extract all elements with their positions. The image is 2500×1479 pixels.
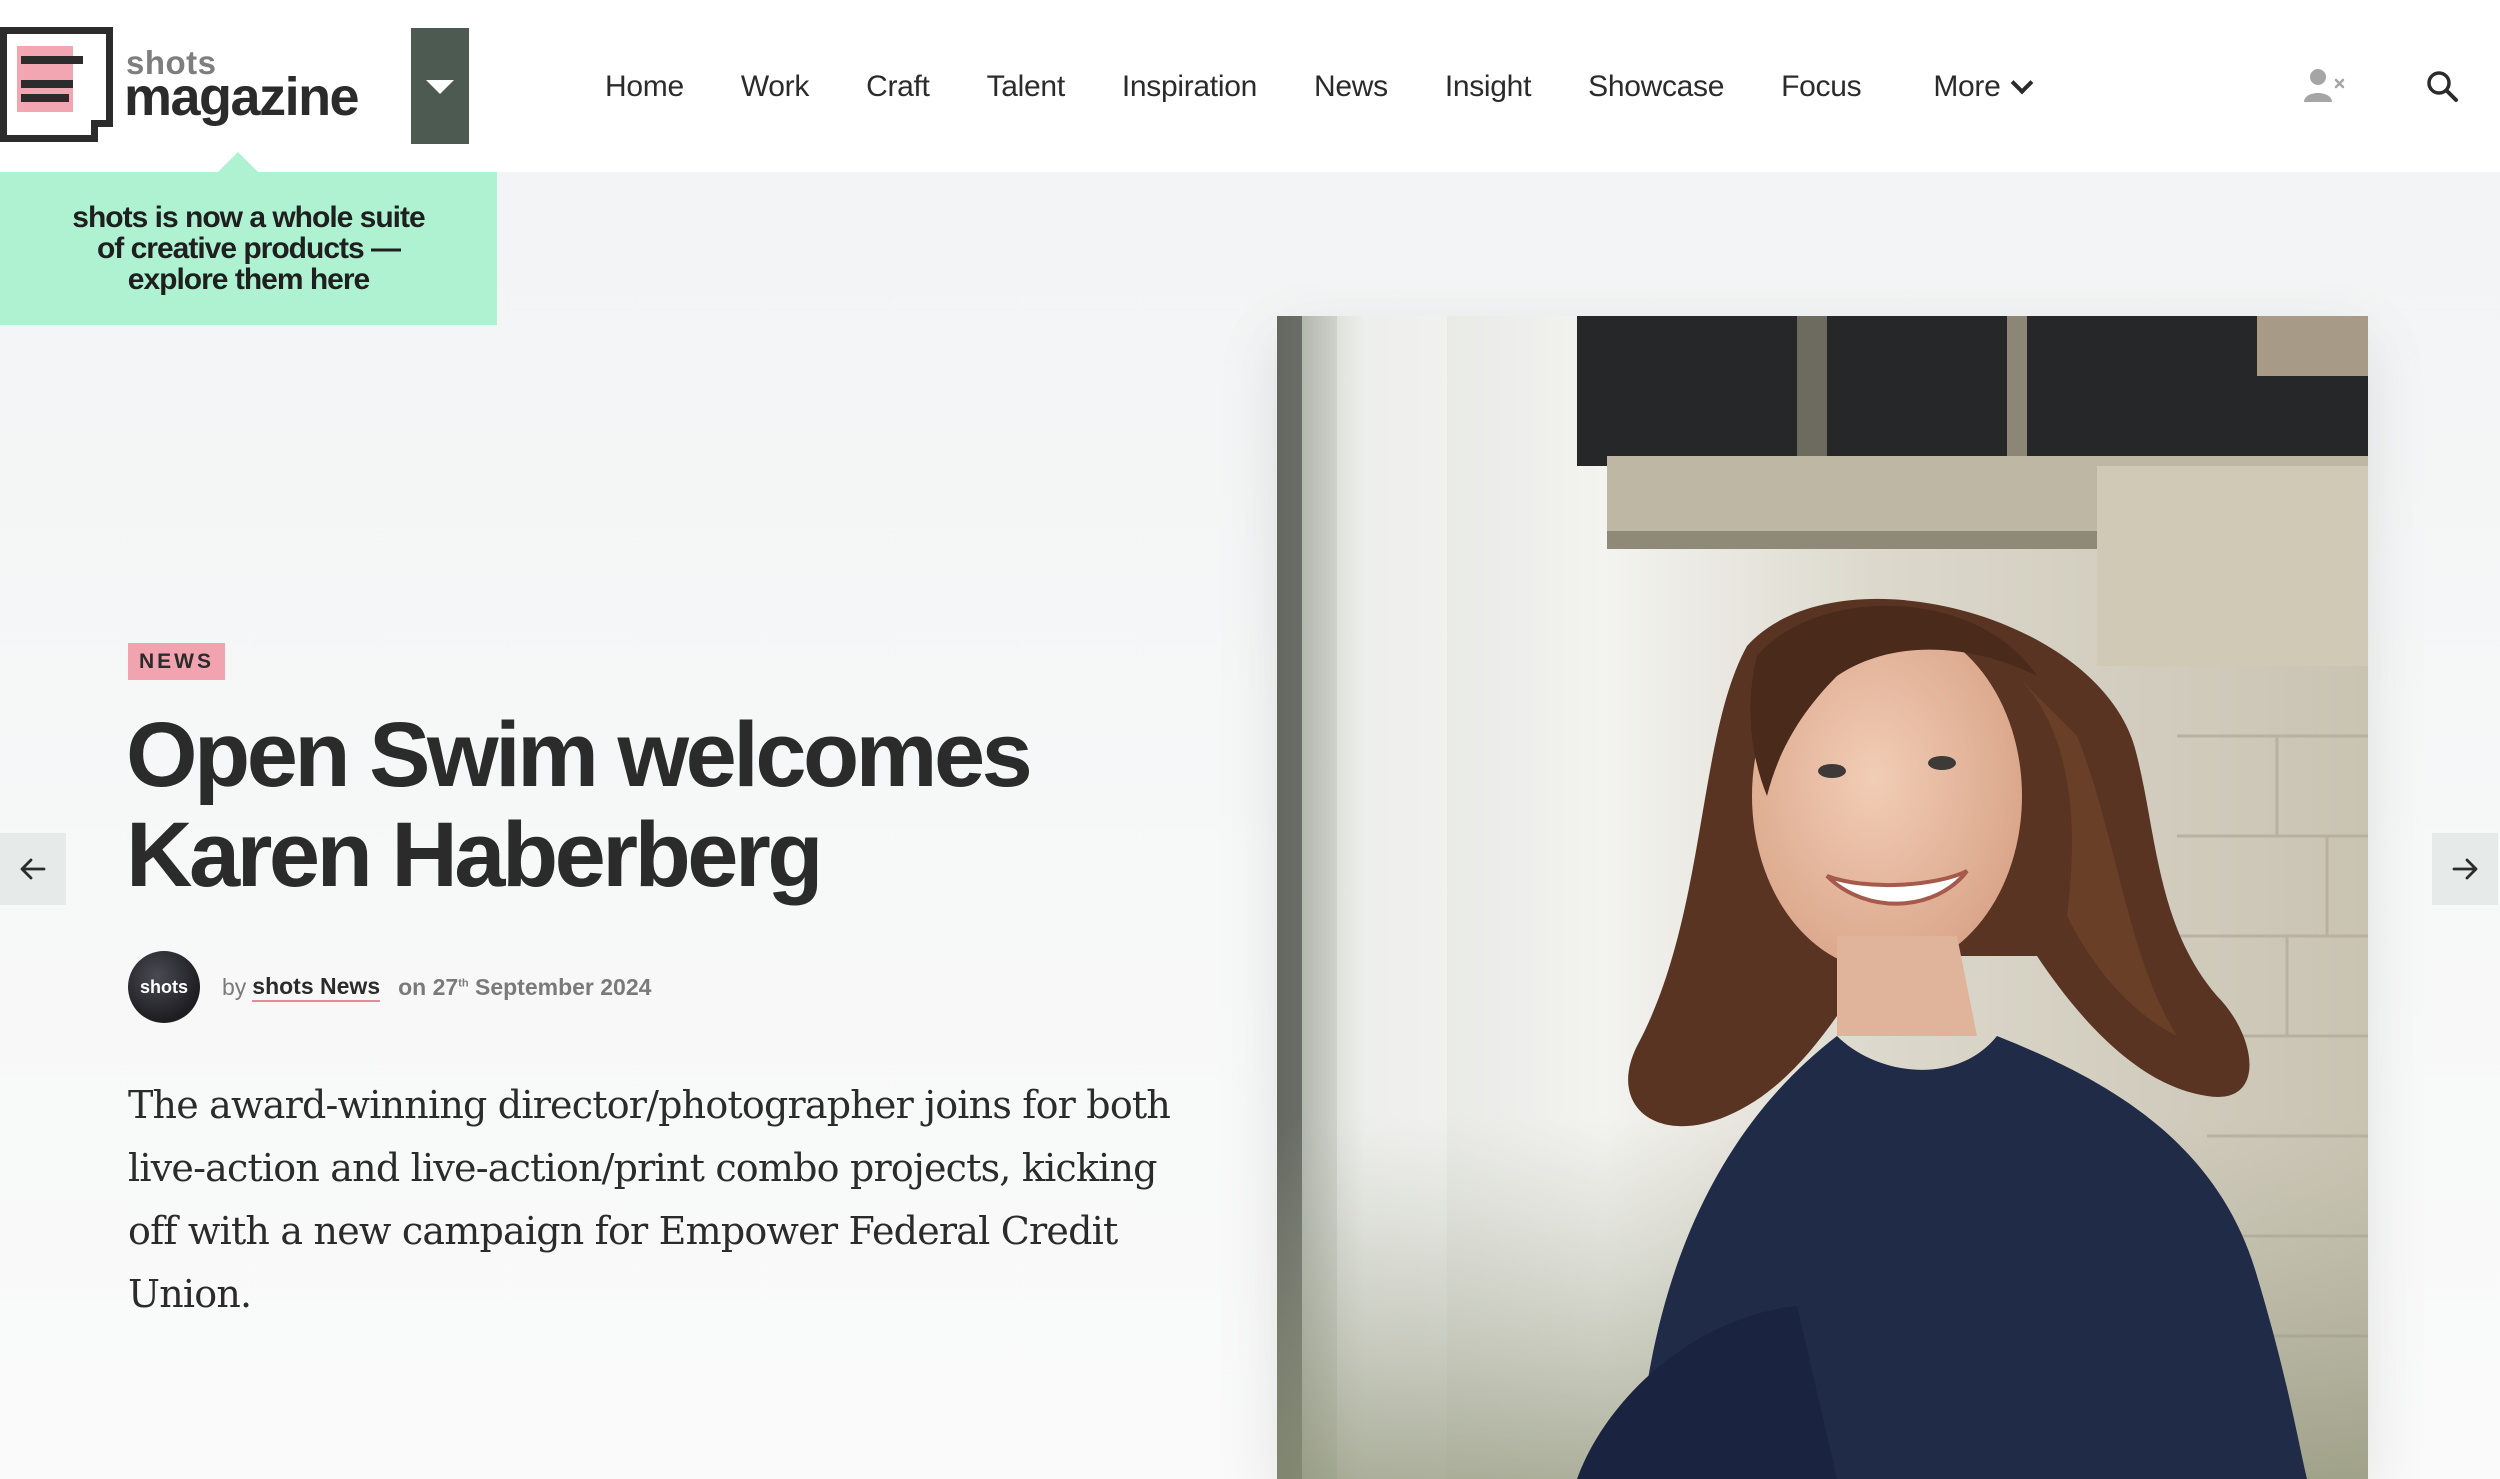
nav-item-more[interactable]: More bbox=[1933, 70, 2034, 104]
byline-prefix: by bbox=[222, 973, 247, 1000]
article-standfirst: The award-winning director/photographer … bbox=[128, 1083, 1171, 1316]
promo-banner[interactable]: shots is now a whole suite of creative p… bbox=[0, 172, 497, 325]
nav-item-craft[interactable]: Craft bbox=[866, 70, 930, 104]
product-menu-toggle-button[interactable] bbox=[411, 28, 469, 144]
article-headline: Open Swim welcomes Karen Haberberg bbox=[126, 705, 1126, 905]
author-link[interactable]: shots News bbox=[252, 973, 381, 1002]
portrait-illustration bbox=[1277, 316, 2368, 1479]
nav-item-insight[interactable]: Insight bbox=[1445, 70, 1532, 104]
headline-line-1: Open Swim welcomes bbox=[126, 704, 1033, 806]
nav-more-label: More bbox=[1933, 70, 2001, 103]
nav-item-work[interactable]: Work bbox=[741, 70, 810, 104]
chevron-down-icon bbox=[2011, 71, 2034, 95]
arrow-right-icon bbox=[2452, 858, 2478, 880]
nav-item-inspiration[interactable]: Inspiration bbox=[1122, 70, 1257, 104]
brand-block: shots magazine bbox=[0, 0, 497, 172]
caret-down-icon bbox=[426, 80, 454, 94]
promo-pointer bbox=[218, 152, 258, 172]
nav-item-news[interactable]: News bbox=[1314, 70, 1388, 104]
category-tag[interactable]: NEWS bbox=[128, 643, 225, 680]
search-icon[interactable] bbox=[2424, 68, 2460, 104]
user-logged-out-icon[interactable] bbox=[2303, 66, 2345, 106]
byline: shots by shots News on 27th September 20… bbox=[128, 951, 651, 1023]
main-nav: Home Work Craft Talent Inspiration News … bbox=[605, 62, 2087, 112]
headline-line-2: Karen Haberberg bbox=[126, 804, 823, 906]
shots-logo-icon[interactable] bbox=[0, 27, 113, 142]
arrow-left-icon bbox=[20, 858, 46, 880]
slider-next-button[interactable] bbox=[2432, 833, 2498, 905]
hero-portrait-image bbox=[1277, 316, 2368, 1479]
promo-text: shots is now a whole suite of creative p… bbox=[72, 201, 425, 296]
nav-item-showcase[interactable]: Showcase bbox=[1588, 70, 1724, 104]
author-avatar[interactable]: shots bbox=[128, 951, 200, 1023]
slider-prev-button[interactable] bbox=[0, 833, 66, 905]
logo-text-magazine[interactable]: magazine bbox=[124, 66, 360, 128]
nav-item-focus[interactable]: Focus bbox=[1781, 70, 1862, 104]
nav-item-talent[interactable]: Talent bbox=[987, 70, 1066, 104]
publish-date: on 27th September 2024 bbox=[398, 973, 652, 1000]
nav-item-home[interactable]: Home bbox=[605, 70, 684, 104]
site-header: shots magazine Home Work Craft Talent In… bbox=[0, 0, 2500, 172]
